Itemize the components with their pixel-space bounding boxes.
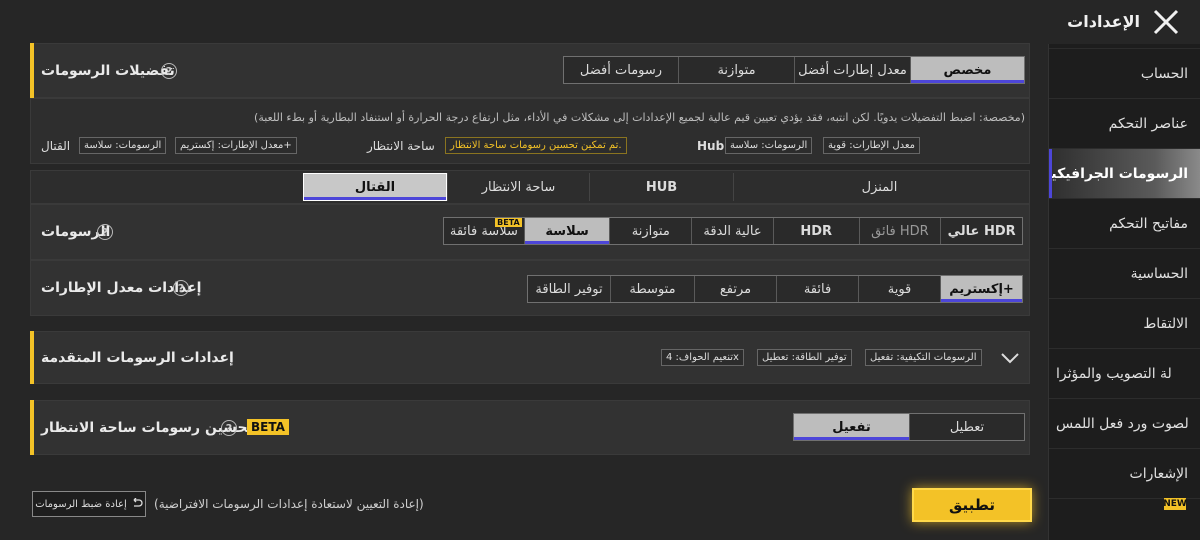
- graphics-quality-panel: الرسومات ? عالي HDR فائق HDR HDR عالية ا…: [30, 204, 1030, 260]
- graphics-prefs-panel: تفضيلات الرسومات ? مخصص معدل إطارات أفضل…: [30, 43, 1030, 98]
- battle-graphics-chip: الرسومات: سلاسة: [79, 137, 167, 154]
- sidebar-item-graphics[interactable]: الرسومات الجرافيكية: [1048, 148, 1200, 198]
- sidebar-item-label: الحساب: [1140, 65, 1188, 82]
- sidebar-item-label: الرسومات الجرافيكية: [1048, 165, 1188, 182]
- new-badge: NEW: [1163, 498, 1187, 510]
- sidebar-item-label: الإشعارات: [1129, 465, 1188, 482]
- pref-option-better-graphics[interactable]: رسومات أفضل: [564, 57, 678, 83]
- quality-smooth[interactable]: سلاسة: [523, 218, 610, 244]
- reset-description: (إعادة التعيين لاستعادة إعدادات الرسومات…: [154, 497, 424, 511]
- scene-tabs-panel: المنزل HUB ساحة الانتظار القتال: [30, 170, 1030, 204]
- quality-ultra-smooth[interactable]: سلاسة فائقة BETA: [444, 218, 524, 244]
- hub-fps-chip: معدل الإطارات: قوية: [823, 137, 921, 154]
- fps-power-saving[interactable]: توفير الطاقة: [528, 276, 610, 302]
- prefs-summary-panel: (مخصصة: اضبط التفضيلات يدويًا. لكن انتبه…: [30, 98, 1030, 164]
- advanced-settings-panel[interactable]: إعدادات الرسومات المتقدمة تنعيم الحواف: …: [30, 331, 1030, 384]
- sidebar-item-keybindings[interactable]: مفاتيح التحكم: [1049, 198, 1200, 248]
- frame-rate-panel: إعدادات معدل الإطارات ? إكستريم+ قوية فا…: [30, 260, 1030, 316]
- help-icon[interactable]: ?: [173, 280, 189, 296]
- sidebar-item-pickup[interactable]: الالتقاط: [1049, 298, 1200, 348]
- tab-hub[interactable]: HUB: [589, 173, 733, 201]
- fps-extreme[interactable]: فائقة: [776, 276, 858, 302]
- quality-hd[interactable]: عالية الدقة: [691, 218, 773, 244]
- hub-summary-label: Hub: [697, 139, 725, 153]
- sidebar-item-label: مفاتيح التحكم: [1109, 215, 1188, 232]
- quality-hdr[interactable]: HDR: [772, 218, 859, 244]
- lobby-enhance-off[interactable]: تعطيل: [909, 414, 1024, 440]
- sidebar-item-sensitivity[interactable]: الحساسية: [1049, 248, 1200, 298]
- beta-tag: BETA: [495, 218, 522, 227]
- top-bar: الإعدادات: [0, 0, 1200, 44]
- lobby-enhance-on[interactable]: تفعيل: [794, 414, 909, 440]
- sidebar-item-controls[interactable]: عناصر التحكم: [1049, 98, 1200, 148]
- sidebar-item-notifications[interactable]: الإشعارات: [1049, 448, 1200, 498]
- graphics-prefs-label: تفضيلات الرسومات: [41, 63, 175, 79]
- pref-option-better-fps[interactable]: معدل إطارات أفضل: [794, 57, 910, 83]
- tab-home[interactable]: المنزل: [733, 173, 1025, 201]
- graphics-prefs-selector: مخصص معدل إطارات أفضل متوازنة رسومات أفض…: [563, 56, 1025, 84]
- beta-tag: BETA: [247, 419, 289, 435]
- hub-graphics-chip: الرسومات: سلاسة: [725, 137, 813, 154]
- battle-fps-chip: معدل الإطارات: إكستريم+: [175, 137, 297, 154]
- fps-extreme-plus[interactable]: إكستريم+: [940, 276, 1022, 302]
- close-icon[interactable]: [1150, 6, 1182, 38]
- prefs-description: (مخصصة: اضبط التفضيلات يدويًا. لكن انتبه…: [254, 111, 1025, 124]
- lobby-enhance-toggle: تعطيل تفعيل: [793, 413, 1025, 441]
- sidebar-item-label: لصوت ورد فعل اللمس: [1056, 415, 1189, 432]
- help-icon[interactable]: ?: [221, 420, 237, 436]
- reset-graphics-button[interactable]: إعادة ضبط الرسومات: [32, 491, 146, 517]
- lobby-notice-chip: تم تمكين تحسين رسومات ساحة الانتظار.: [445, 137, 627, 154]
- help-icon[interactable]: ?: [161, 63, 177, 79]
- fps-high[interactable]: مرتفع: [694, 276, 776, 302]
- adv-chip-power: توفير الطاقة: تعطيل: [757, 349, 852, 366]
- sidebar-item-account[interactable]: الحساب: [1049, 48, 1200, 98]
- sidebar-item-label: الحساسية: [1130, 265, 1188, 282]
- pref-option-custom[interactable]: مخصص: [910, 57, 1024, 83]
- lobby-summary-label: ساحة الانتظار: [367, 139, 435, 153]
- page-title: الإعدادات: [1067, 12, 1140, 31]
- quality-hdr-ultra[interactable]: عالي HDR: [940, 218, 1022, 244]
- help-icon[interactable]: ?: [97, 224, 113, 240]
- sidebar: الحساب عناصر التحكم الرسومات الجرافيكية …: [1048, 44, 1200, 540]
- sidebar-item-aim-effects[interactable]: لة التصويب والمؤثرا: [1049, 348, 1200, 398]
- battle-summary-label: القتال: [41, 139, 71, 153]
- quality-hdr-extreme[interactable]: فائق HDR: [858, 218, 941, 244]
- fps-medium[interactable]: متوسطة: [610, 276, 694, 302]
- lobby-enhance-panel: تحسين رسومات ساحة الانتظار ? BETA تعطيل …: [30, 400, 1030, 455]
- graphics-quality-selector: عالي HDR فائق HDR HDR عالية الدقة متوازن…: [443, 217, 1023, 245]
- reset-graphics-label: إعادة ضبط الرسومات: [35, 498, 127, 510]
- pref-option-balanced[interactable]: متوازنة: [678, 57, 794, 83]
- scene-tabs: المنزل HUB ساحة الانتظار القتال: [37, 173, 1025, 201]
- tab-lobby[interactable]: ساحة الانتظار: [447, 173, 589, 201]
- sidebar-item-label: الالتقاط: [1143, 315, 1188, 332]
- tab-battle[interactable]: القتال: [303, 173, 447, 201]
- sidebar-item-label: عناصر التحكم: [1108, 115, 1188, 132]
- sidebar-item-audio-haptics[interactable]: لصوت ورد فعل اللمس: [1049, 398, 1200, 448]
- adv-chip-antialias: تنعيم الحواف: 4x: [661, 349, 744, 366]
- quality-balanced[interactable]: متوازنة: [609, 218, 691, 244]
- sidebar-item-label: لة التصويب والمؤثرا: [1056, 365, 1172, 382]
- undo-icon: [131, 497, 143, 511]
- adv-chip-adaptive: الرسومات التكيفية: تفعيل: [865, 349, 982, 366]
- fps-ultra[interactable]: قوية: [858, 276, 940, 302]
- advanced-settings-label: إعدادات الرسومات المتقدمة: [41, 350, 234, 366]
- frame-rate-selector: إكستريم+ قوية فائقة مرتفع متوسطة توفير ا…: [527, 275, 1023, 303]
- apply-button[interactable]: تطبيق: [912, 488, 1032, 522]
- chevron-down-icon[interactable]: [1000, 350, 1020, 366]
